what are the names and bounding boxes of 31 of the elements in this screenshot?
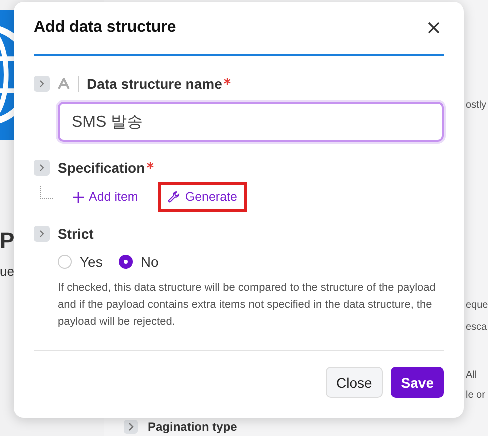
section-label: Pagination type [148,420,238,434]
radio-option[interactable]: Yes [58,254,103,270]
chevron-icon [39,230,45,238]
expand-toggle[interactable] [34,160,50,176]
field-label: Data structure name [87,76,222,92]
background-text: ostly [466,100,487,111]
background-text: ue [0,264,14,279]
background-text: esca [466,322,488,333]
input-field[interactable]: SMS 발송 [58,102,444,142]
chevron-icon [39,164,45,172]
text-type-icon [58,78,70,90]
help-text: If checked, this data structure will be compared to the structure of the payload and if the payload contains extra items not specified in the data structure, the payload will be rejected. [58,281,437,330]
close-icon [428,22,440,34]
background-text: eque [466,300,488,311]
expand-toggle[interactable] [34,76,50,92]
dialog-title: Add data structure [34,19,176,37]
background-text: All [466,370,478,381]
background-heading: P [0,228,15,254]
radio-option[interactable]: No [118,254,159,270]
action-link[interactable]: Generate [158,182,248,212]
field-label: Strict [58,226,94,242]
chevron-icon [39,80,45,88]
expand-toggle[interactable] [34,226,50,242]
field-label: Specification [58,160,146,176]
save-button[interactable]: Save [391,367,444,398]
background-text: le or [466,390,486,401]
expand-toggle[interactable] [124,420,138,434]
plus-icon [73,192,84,202]
action-link[interactable]: Add item [63,182,148,212]
wrench-icon [168,191,180,203]
close-text-button[interactable]: Close [326,367,384,398]
